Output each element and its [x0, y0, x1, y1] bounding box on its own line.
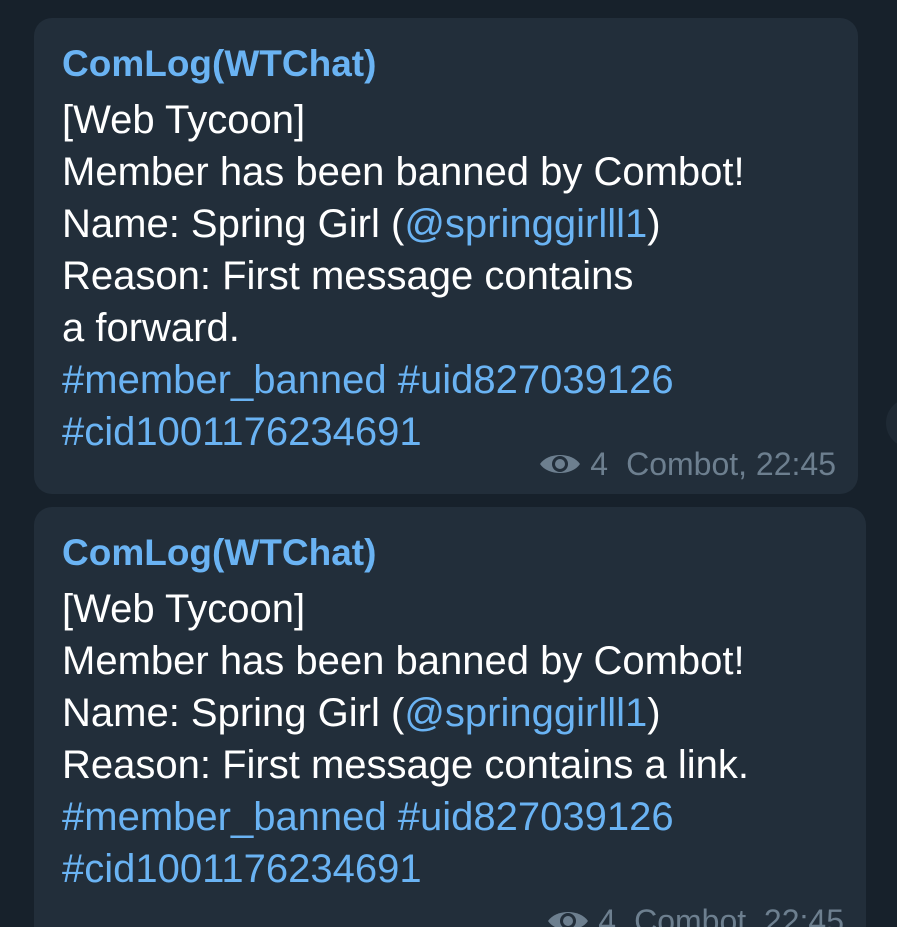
message-bubble[interactable]: ComLog(WTChat) [Web Tycoon] Member has b… [34, 507, 866, 927]
username-link[interactable]: @springgirlll1 [404, 691, 647, 735]
username-link[interactable]: @springgirlll1 [404, 202, 647, 246]
eye-icon [548, 912, 589, 927]
message-signature: Combot, 22:45 [626, 446, 836, 482]
message-line: [Web Tycoon] [62, 98, 306, 142]
message-text: [Web Tycoon] Member has been banned by C… [62, 94, 830, 458]
message-meta: 4 Combot, 22:45 [546, 901, 844, 927]
hashtag-uid[interactable]: #uid827039126 [398, 795, 674, 839]
name-suffix: ) [647, 691, 661, 735]
sender-name[interactable]: ComLog(WTChat) [62, 529, 838, 577]
message-bubble[interactable]: ComLog(WTChat) [Web Tycoon] Member has b… [34, 18, 858, 494]
reason-line: Reason: First message contains [62, 254, 634, 298]
eye-icon [540, 455, 581, 473]
hashtag-line: #member_banned #uid827039126 [62, 354, 830, 406]
share-button[interactable] [886, 398, 897, 448]
view-count: 4 [590, 446, 609, 482]
hashtag-line: #cid1001176234691 [62, 843, 838, 895]
message-meta: 4 Combot, 22:45 [538, 444, 836, 484]
reason-line: Reason: First message contains a link. [62, 743, 749, 787]
name-prefix: Name: Spring Girl ( [62, 202, 405, 246]
message-signature: Combot, 22:45 [634, 903, 844, 927]
chat-view: ComLog(WTChat) [Web Tycoon] Member has b… [0, 0, 897, 927]
hashtag-line: #member_banned #uid827039126 [62, 791, 838, 843]
message-text: [Web Tycoon] Member has been banned by C… [62, 583, 838, 895]
sender-name[interactable]: ComLog(WTChat) [62, 40, 830, 88]
hashtag-cid[interactable]: #cid1001176234691 [62, 410, 422, 454]
name-suffix: ) [647, 202, 661, 246]
message-line: [Web Tycoon] [62, 587, 306, 631]
reason-line: a forward. [62, 306, 240, 350]
message-line: Member has been banned by Combot! [62, 150, 745, 194]
hashtag-member-banned[interactable]: #member_banned [62, 795, 387, 839]
hashtag-member-banned[interactable]: #member_banned [62, 358, 387, 402]
hashtag-uid[interactable]: #uid827039126 [398, 358, 674, 402]
name-prefix: Name: Spring Girl ( [62, 691, 405, 735]
view-count: 4 [598, 903, 617, 927]
message-line: Member has been banned by Combot! [62, 639, 745, 683]
hashtag-cid[interactable]: #cid1001176234691 [62, 847, 422, 891]
name-line: Name: Spring Girl (@springgirlll1) [62, 687, 838, 739]
name-line: Name: Spring Girl (@springgirlll1) [62, 198, 830, 250]
